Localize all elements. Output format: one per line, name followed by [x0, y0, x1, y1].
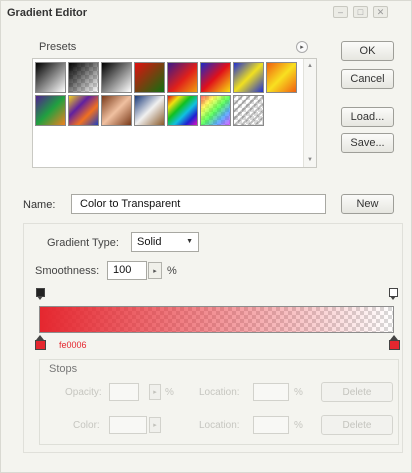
- save-button[interactable]: Save...: [341, 133, 394, 153]
- presets-panel: ▲ ▼: [32, 58, 317, 168]
- scroll-up-icon[interactable]: ▲: [307, 63, 313, 69]
- color-location-unit: %: [294, 420, 303, 431]
- color-location-input[interactable]: [253, 416, 289, 434]
- preset-swatch-fill: [36, 63, 65, 92]
- preset-swatch-yellow-violet-orange-blue[interactable]: [68, 95, 99, 126]
- opacity-location-input[interactable]: [253, 383, 289, 401]
- smoothness-unit: %: [167, 265, 177, 277]
- color-stop-end[interactable]: [389, 335, 400, 351]
- preset-swatch-orange-yellow-orange[interactable]: [266, 62, 297, 93]
- preset-swatch-fill: [234, 63, 263, 92]
- preset-swatch-blue-red-yellow[interactable]: [200, 62, 231, 93]
- opacity-location-unit: %: [294, 387, 303, 398]
- title-bar[interactable]: Gradient Editor – □ ✕: [1, 1, 411, 27]
- color-stop-start-swatch: [35, 340, 46, 350]
- chevron-down-icon: ▼: [186, 238, 193, 245]
- color-stop-end-swatch: [389, 340, 400, 350]
- color-label: Color:: [73, 420, 100, 431]
- color-stop-start[interactable]: [35, 335, 46, 351]
- preset-swatch-fill: [201, 63, 230, 92]
- load-button[interactable]: Load...: [341, 107, 394, 127]
- color-stepper-icon[interactable]: ▸: [149, 417, 161, 433]
- preset-swatch-black-white[interactable]: [101, 62, 132, 93]
- gradient-fill: [40, 307, 393, 332]
- preset-swatch-fill: [168, 96, 197, 125]
- stop-color-code: fe0006: [59, 340, 87, 350]
- new-button[interactable]: New: [341, 194, 394, 214]
- delete-opacity-stop-button[interactable]: Delete: [321, 382, 393, 402]
- preset-swatch-fill: [69, 63, 98, 92]
- preset-swatch-fill: [69, 96, 98, 125]
- gradient-type-label: Gradient Type:: [47, 237, 119, 249]
- delete-color-stop-button[interactable]: Delete: [321, 415, 393, 435]
- smoothness-input[interactable]: 100: [107, 261, 147, 280]
- preset-swatch-foreground-to-background[interactable]: [35, 62, 66, 93]
- opacity-stepper-icon[interactable]: ▸: [149, 384, 161, 400]
- preset-swatch-fill: [168, 63, 197, 92]
- preset-swatch-transparent-rainbow[interactable]: [200, 95, 231, 126]
- preset-swatch-red-green[interactable]: [134, 62, 165, 93]
- opacity-stop-start-tip: [37, 296, 43, 300]
- presets-label: Presets: [39, 41, 77, 53]
- opacity-unit: %: [165, 387, 174, 398]
- maximize-icon[interactable]: □: [353, 6, 368, 18]
- preset-swatch-fill: [102, 63, 131, 92]
- scroll-down-icon[interactable]: ▼: [307, 157, 313, 163]
- smoothness-label: Smoothness:: [35, 265, 100, 277]
- opacity-input[interactable]: [109, 383, 139, 401]
- presets-scrollbar[interactable]: ▲ ▼: [303, 59, 316, 167]
- ok-button[interactable]: OK: [341, 41, 394, 61]
- preset-swatch-foreground-to-transparent[interactable]: [68, 62, 99, 93]
- preset-swatch-violet-orange[interactable]: [167, 62, 198, 93]
- minimize-icon[interactable]: –: [333, 6, 348, 18]
- opacity-stop-end-tip: [390, 296, 396, 300]
- preset-swatch-blue-yellow-blue[interactable]: [233, 62, 264, 93]
- stops-label: Stops: [49, 363, 78, 375]
- name-label: Name:: [23, 199, 56, 211]
- gradient-editor-dialog: Gradient Editor – □ ✕ Presets ▸ ▲ ▼ OK C…: [0, 0, 412, 473]
- dialog-title: Gradient Editor: [7, 7, 88, 19]
- preset-swatch-fill: [135, 63, 164, 92]
- close-icon[interactable]: ✕: [373, 6, 388, 18]
- preset-swatch-fill: [102, 96, 131, 125]
- preset-swatch-fill: [234, 96, 263, 125]
- preset-swatch-transparent-stripes[interactable]: [233, 95, 264, 126]
- preset-swatch-chrome[interactable]: [134, 95, 165, 126]
- preset-swatch-fill: [36, 96, 65, 125]
- opacity-location-label: Location:: [199, 387, 240, 398]
- gradient-type-select[interactable]: Solid ▼: [131, 232, 199, 252]
- preset-swatch-fill: [135, 96, 164, 125]
- opacity-stop-end[interactable]: [389, 288, 398, 301]
- preset-swatch-fill: [201, 96, 230, 125]
- preset-swatch-copper[interactable]: [101, 95, 132, 126]
- presets-menu-icon[interactable]: ▸: [296, 41, 308, 53]
- gradient-preview-bar[interactable]: [39, 306, 394, 333]
- opacity-stop-start[interactable]: [36, 288, 45, 301]
- cancel-button[interactable]: Cancel: [341, 69, 394, 89]
- color-location-label: Location:: [199, 420, 240, 431]
- color-swatch-field[interactable]: [109, 416, 147, 434]
- preset-swatch-violet-green-orange[interactable]: [35, 95, 66, 126]
- smoothness-stepper-icon[interactable]: ▸: [148, 262, 162, 279]
- preset-swatch-spectrum[interactable]: [167, 95, 198, 126]
- gradient-type-value: Solid: [137, 236, 162, 248]
- preset-swatch-fill: [267, 63, 296, 92]
- opacity-label: Opacity:: [65, 387, 102, 398]
- name-field[interactable]: Color to Transparent: [71, 194, 326, 214]
